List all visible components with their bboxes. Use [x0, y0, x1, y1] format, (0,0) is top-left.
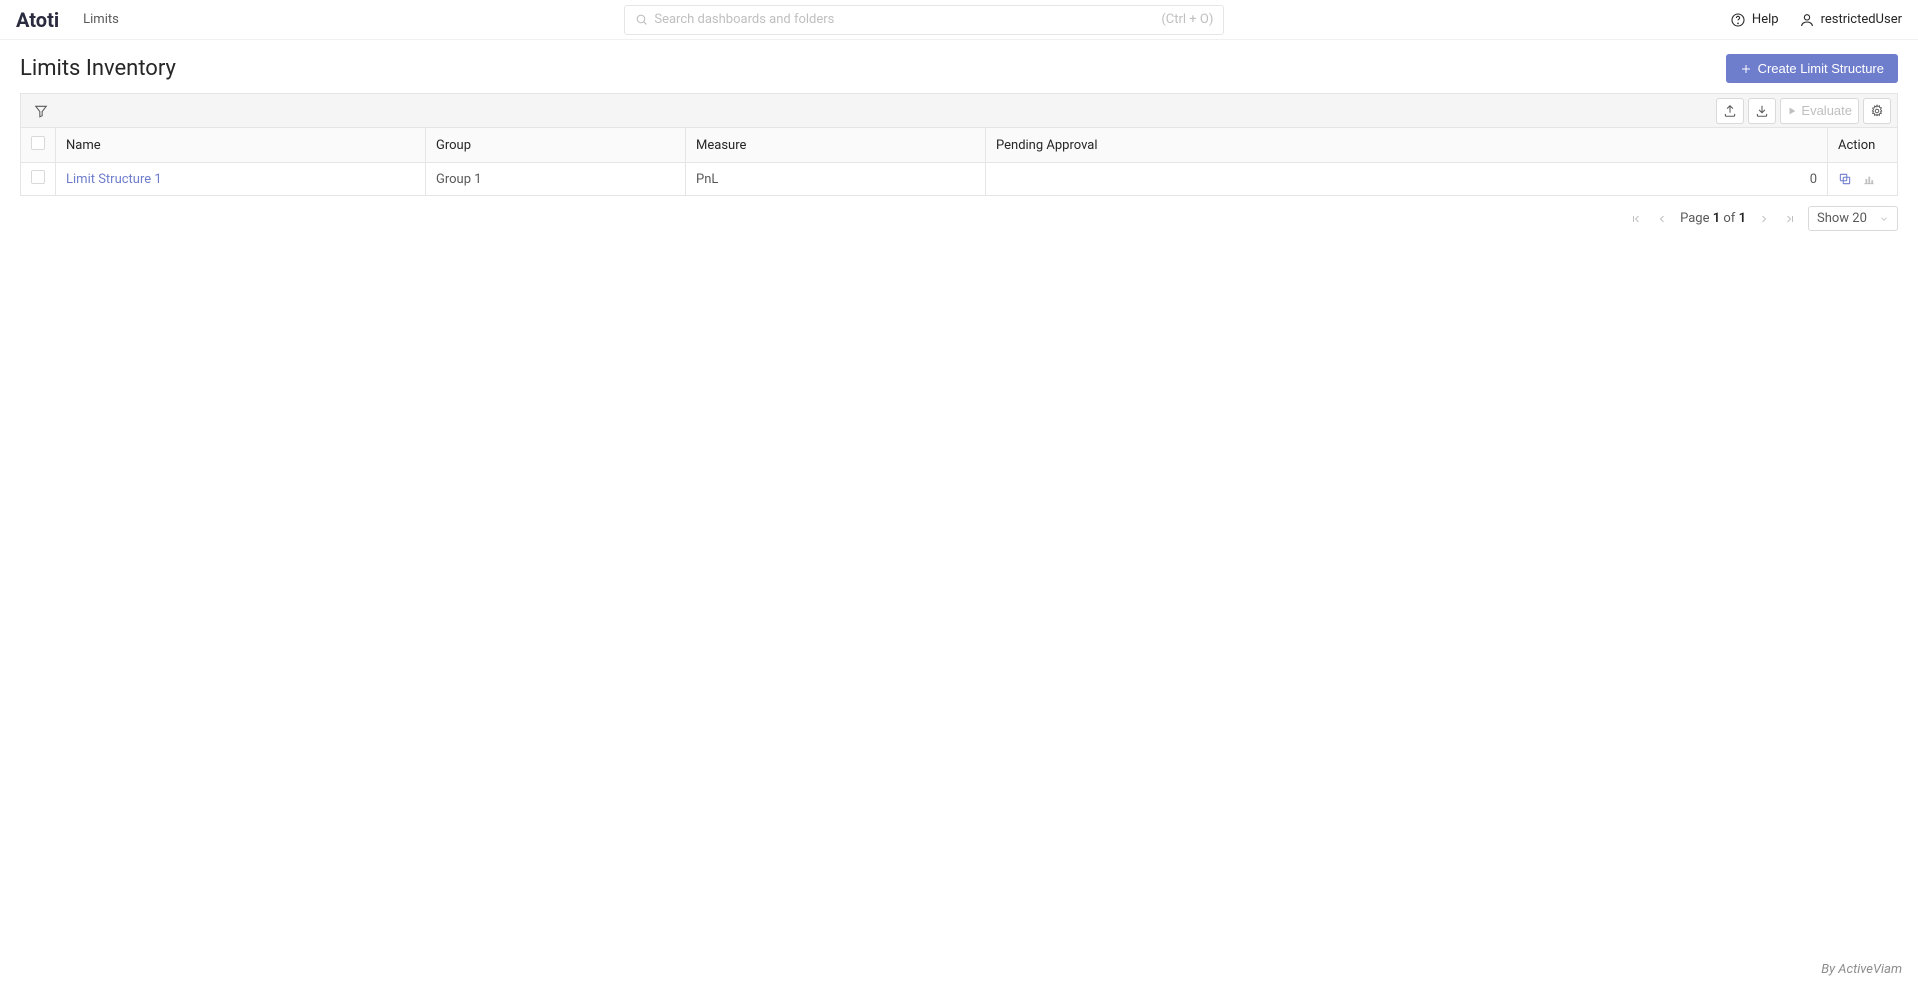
chevron-left-icon [1656, 213, 1668, 225]
upload-button[interactable] [1716, 98, 1744, 124]
search-icon [635, 13, 648, 26]
chevron-right-icon [1758, 213, 1770, 225]
first-page-button[interactable] [1628, 211, 1644, 227]
table-row: Limit Structure 1 Group 1 PnL 0 [21, 163, 1898, 196]
page-header-row: Limits Inventory Create Limit Structure [0, 40, 1918, 93]
row-action-cell [1828, 163, 1898, 196]
chart-icon [1862, 172, 1876, 186]
header-pending[interactable]: Pending Approval [986, 128, 1828, 163]
username-label: restrictedUser [1821, 12, 1902, 27]
header-action: Action [1828, 128, 1898, 163]
user-icon [1799, 12, 1815, 28]
copy-button[interactable] [1838, 172, 1852, 186]
page-title: Limits Inventory [20, 56, 176, 81]
row-checkbox[interactable] [31, 170, 45, 184]
select-all-checkbox[interactable] [31, 136, 45, 150]
gear-icon [1870, 104, 1884, 118]
header-right: Help restrictedUser [1730, 12, 1902, 28]
search-input[interactable]: Search dashboards and folders (Ctrl + O) [624, 5, 1224, 35]
create-limit-structure-button[interactable]: Create Limit Structure [1726, 54, 1898, 83]
last-page-icon [1784, 213, 1796, 225]
row-measure-cell: PnL [686, 163, 986, 196]
help-button[interactable]: Help [1730, 12, 1779, 28]
chart-button[interactable] [1862, 172, 1876, 186]
limit-structure-link[interactable]: Limit Structure 1 [66, 172, 162, 187]
table-container: Evaluate Name Group Measure Pending Appr… [0, 93, 1918, 231]
nav-link-limits[interactable]: Limits [83, 12, 119, 27]
play-icon [1787, 106, 1797, 116]
page-size-select[interactable]: Show 20 [1808, 206, 1898, 231]
app-header: Atoti Limits Search dashboards and folde… [0, 0, 1918, 40]
page-size-label: Show 20 [1817, 211, 1867, 226]
table-header-row: Name Group Measure Pending Approval Acti… [21, 128, 1898, 163]
download-icon [1755, 104, 1769, 118]
row-pending-cell: 0 [986, 163, 1828, 196]
evaluate-label: Evaluate [1801, 103, 1852, 118]
pagination: Page 1 of 1 Show 20 [20, 196, 1898, 231]
row-checkbox-cell [21, 163, 56, 196]
help-label: Help [1752, 12, 1779, 27]
next-page-button[interactable] [1756, 211, 1772, 227]
filter-icon [34, 104, 48, 118]
app-logo[interactable]: Atoti [16, 8, 59, 32]
table-toolbar: Evaluate [20, 93, 1898, 127]
settings-button[interactable] [1863, 98, 1891, 124]
help-icon [1730, 12, 1746, 28]
download-button[interactable] [1748, 98, 1776, 124]
header-name[interactable]: Name [56, 128, 426, 163]
user-menu[interactable]: restrictedUser [1799, 12, 1902, 28]
header-checkbox-cell [21, 128, 56, 163]
search-placeholder: Search dashboards and folders [654, 12, 1161, 27]
search-shortcut: (Ctrl + O) [1161, 12, 1213, 27]
filter-button[interactable] [27, 98, 55, 124]
page-indicator: Page 1 of 1 [1680, 211, 1746, 226]
last-page-button[interactable] [1782, 211, 1798, 227]
copy-icon [1838, 172, 1852, 186]
create-button-label: Create Limit Structure [1758, 61, 1884, 76]
header-measure[interactable]: Measure [686, 128, 986, 163]
evaluate-button[interactable]: Evaluate [1780, 98, 1859, 124]
row-group-cell: Group 1 [426, 163, 686, 196]
header-group[interactable]: Group [426, 128, 686, 163]
plus-icon [1740, 63, 1752, 75]
limits-table: Name Group Measure Pending Approval Acti… [20, 127, 1898, 196]
row-name-cell: Limit Structure 1 [56, 163, 426, 196]
search-container: Search dashboards and folders (Ctrl + O) [119, 5, 1730, 35]
prev-page-button[interactable] [1654, 211, 1670, 227]
chevron-down-icon [1879, 214, 1889, 224]
first-page-icon [1630, 213, 1642, 225]
footer-credit: By ActiveViam [1821, 962, 1902, 977]
upload-icon [1723, 104, 1737, 118]
